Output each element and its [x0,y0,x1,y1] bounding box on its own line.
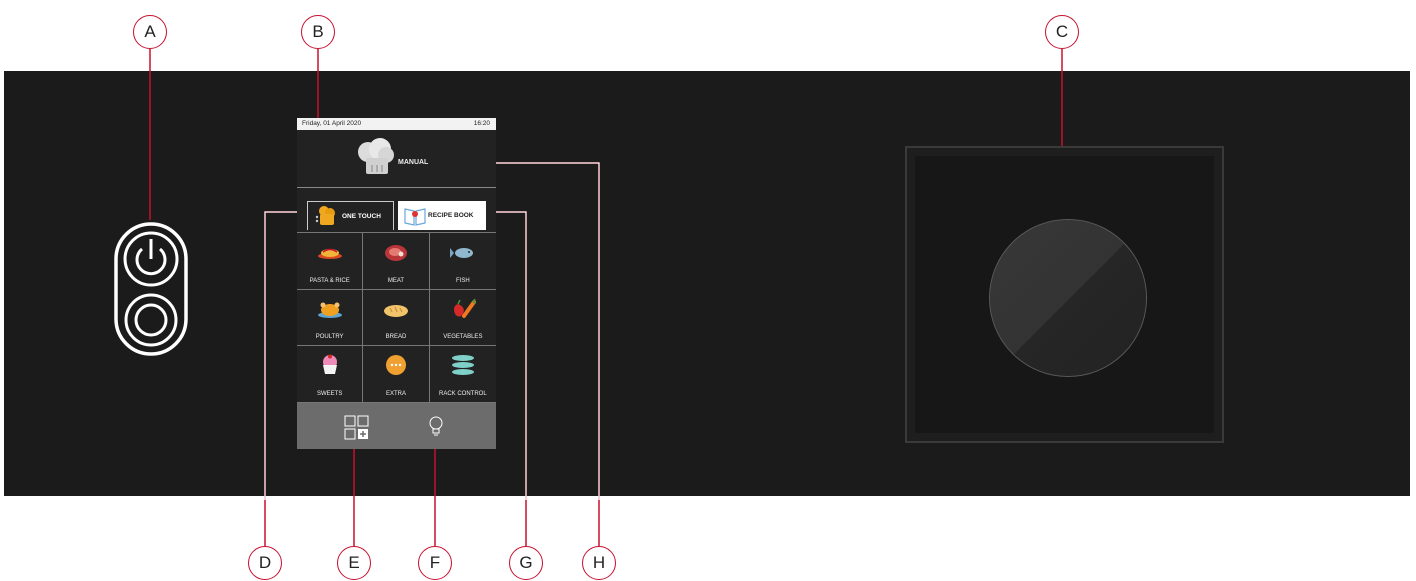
manual-label: MANUAL [398,159,428,166]
meat-icon [383,241,409,263]
callout-c: C [1045,15,1079,49]
screen-footer [297,403,496,449]
callout-h: H [582,546,616,580]
category-pasta-rice[interactable]: PASTA & RICE [297,233,363,290]
tab-one-touch[interactable]: ONE TOUCH [307,201,394,230]
tab-one-touch-label: ONE TOUCH [342,213,381,220]
callout-a: A [133,15,167,49]
rack-icon [450,354,476,376]
category-label: SWEETS [297,391,362,397]
category-label: PASTA & RICE [297,278,362,284]
divider [297,187,496,188]
tab-recipe-book[interactable]: RECIPE BOOK [398,201,486,230]
category-sweets[interactable]: SWEETS [297,346,363,403]
category-label: BREAD [363,334,428,340]
more-icon [383,354,409,376]
category-poultry[interactable]: POULTRY [297,290,363,347]
grid-add-icon[interactable] [344,415,370,441]
tab-recipe-book-label: RECIPE BOOK [428,212,474,219]
callout-g: G [509,546,543,580]
start-button-inner [136,305,166,335]
category-meat[interactable]: MEAT [363,233,429,290]
sweets-icon [317,354,343,376]
category-rack-control[interactable]: RACK CONTROL [430,346,496,403]
fish-icon [450,241,476,263]
touch-screen: Friday, 01 April 2020 16:20 MANUAL ONE T… [297,118,496,449]
leader-d-white [265,212,300,500]
pasta-icon [317,241,343,263]
control-knob[interactable] [989,219,1147,377]
poultry-icon [317,298,343,320]
category-grid: PASTA & RICE MEAT FISH [297,232,496,403]
category-extra[interactable]: EXTRA [363,346,429,403]
date-label: Friday, 01 April 2020 [302,118,361,130]
category-label: MEAT [363,278,428,284]
bread-icon [383,298,409,320]
callout-b: B [301,15,335,49]
callout-e: E [337,546,371,580]
category-label: POULTRY [297,334,362,340]
start-button-ring [126,295,176,345]
category-label: EXTRA [363,391,428,397]
manual-button[interactable]: MANUAL [297,130,496,186]
callout-d: D [248,546,282,580]
recipe-book-icon [403,205,427,227]
knob-shade [990,220,1147,377]
category-label: RACK CONTROL [430,391,496,397]
category-label: FISH [430,278,496,284]
status-bar: Friday, 01 April 2020 16:20 [297,118,496,130]
power-control[interactable] [112,221,190,357]
knob-frame [905,146,1224,443]
time-label: 16:20 [474,118,490,130]
lightbulb-icon[interactable] [428,415,444,439]
category-bread[interactable]: BREAD [363,290,429,347]
chef-hat-icon [356,138,396,178]
category-vegetables[interactable]: VEGETABLES [430,290,496,347]
callout-f: F [418,546,452,580]
category-fish[interactable]: FISH [430,233,496,290]
vegetables-icon [450,298,476,320]
knob-recess [915,156,1214,433]
category-label: VEGETABLES [430,334,496,340]
one-touch-icon [314,205,338,227]
